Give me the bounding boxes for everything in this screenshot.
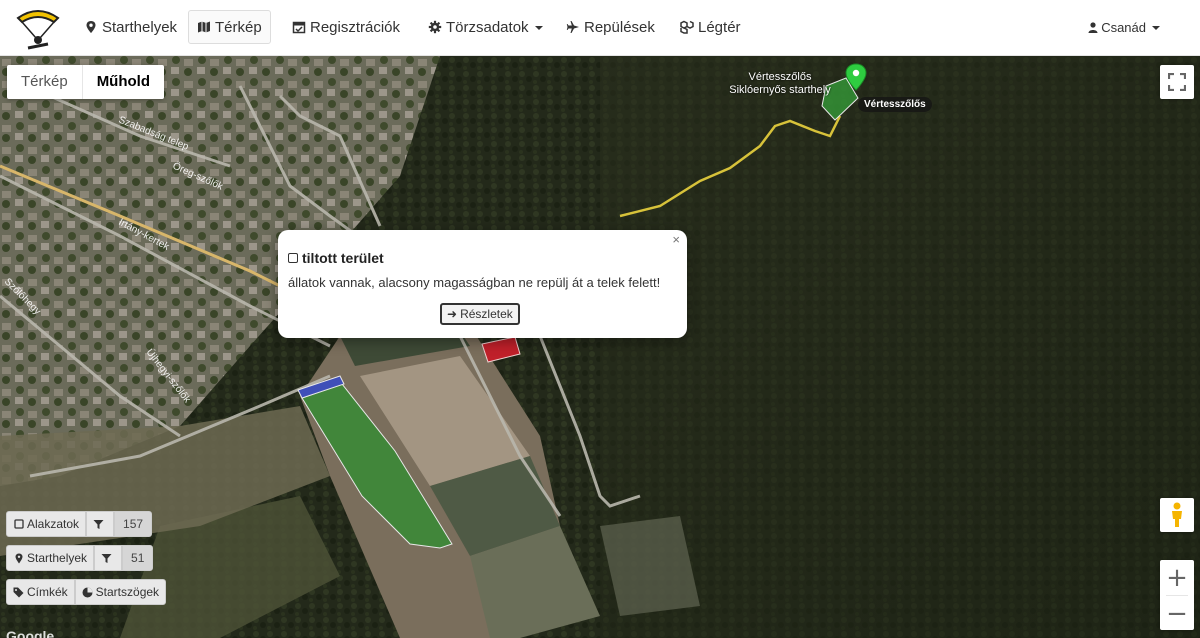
marker-title-line2: Siklóernyős starthely [729, 84, 831, 96]
satellite-imagery: Szabadság telep Öreg-szőlők Irtány-kerte… [0, 56, 1200, 638]
nav-label: Repülések [584, 18, 655, 36]
angles-toggle[interactable]: Startszögek [74, 579, 167, 605]
nav-torzsadatok[interactable]: Törzsadatok [420, 10, 551, 44]
angles-label: Startszögek [95, 585, 160, 599]
nav-regisztraciok[interactable]: Regisztrációk [284, 10, 408, 44]
shapes-count: 157 [114, 511, 153, 537]
user-icon [1088, 21, 1098, 33]
details-button[interactable]: ➜ Részletek [440, 303, 520, 325]
google-attribution: Google [6, 628, 55, 638]
user-name: Csanád [1101, 19, 1146, 35]
nav-label: Törzsadatok [446, 18, 529, 36]
zoom-control: + − [1160, 560, 1194, 630]
chevron-down-icon [534, 26, 543, 30]
cubes-icon [680, 20, 694, 34]
chevron-down-icon [1152, 26, 1160, 30]
nav-starthelyek[interactable]: Starthelyek [76, 10, 185, 44]
nav-label: Légtér [698, 18, 741, 36]
map-type-muhold[interactable]: Műhold [81, 65, 164, 99]
arrow-right-icon: ➜ [447, 307, 458, 321]
details-button-label: Részletek [460, 307, 513, 321]
user-menu[interactable]: Csanád [1088, 10, 1160, 44]
nav-legter[interactable]: Légtér [672, 10, 749, 44]
popup-title-text: tiltott terület [302, 250, 384, 266]
marker-title-line1: Vértesszőlős [748, 71, 812, 83]
starts-filter-button[interactable] [94, 545, 123, 571]
labels-control: Címkék Startszögek [6, 579, 167, 605]
marker-label[interactable]: Vértesszőlős [858, 97, 932, 112]
popup-title: tiltott terület [288, 250, 384, 266]
filter-icon [93, 519, 104, 530]
pie-chart-icon [82, 587, 93, 598]
calendar-check-icon [292, 20, 306, 34]
zoom-out-button[interactable]: − [1160, 596, 1194, 631]
nav-label: Starthelyek [102, 18, 178, 36]
map-marker-icon [84, 20, 98, 34]
fullscreen-button[interactable] [1160, 65, 1194, 99]
shapes-control: Alakzatok 157 [6, 511, 153, 537]
tag-icon [13, 587, 24, 598]
map-marker-icon [13, 553, 24, 564]
popup-description: állatok vannak, alacsony magasságban ne … [288, 275, 661, 290]
street-view-pegman[interactable] [1160, 498, 1194, 532]
labels-label: Címkék [27, 585, 68, 599]
shapes-toggle[interactable]: Alakzatok [6, 511, 87, 537]
square-icon [288, 253, 298, 263]
starts-toggle[interactable]: Starthelyek [6, 545, 95, 571]
nav-label: Regisztrációk [310, 18, 401, 36]
labels-toggle[interactable]: Címkék [6, 579, 75, 605]
starts-count: 51 [122, 545, 154, 571]
shapes-filter-button[interactable] [86, 511, 115, 537]
filter-icon [101, 553, 112, 564]
square-icon [13, 519, 24, 530]
shape-info-popup: × tiltott terület állatok vannak, alacso… [278, 230, 687, 338]
map-type-toggle: Térkép Műhold [7, 65, 165, 99]
nav-repulesek[interactable]: Repülések [558, 10, 663, 44]
plane-icon [566, 20, 580, 34]
popup-close-button[interactable]: × [672, 232, 680, 247]
starts-label: Starthelyek [27, 551, 88, 565]
navbar: Starthelyek Térkép Regisztrációk Törzsad… [0, 0, 1200, 56]
map-icon [197, 20, 211, 34]
zoom-in-button[interactable]: + [1160, 560, 1194, 595]
pegman-icon [1172, 502, 1182, 527]
gear-icon [428, 20, 442, 34]
paraglider-logo-icon[interactable] [14, 4, 62, 52]
shapes-label: Alakzatok [27, 517, 80, 531]
fullscreen-icon [1168, 73, 1186, 91]
nav-label: Térkép [215, 18, 262, 36]
map-view[interactable]: Szabadság telep Öreg-szőlők Irtány-kerte… [0, 56, 1200, 638]
marker-title: Vértesszőlős Siklóernyős starthely [720, 71, 840, 97]
starts-control: Starthelyek 51 [6, 545, 154, 571]
map-type-terkep[interactable]: Térkép [7, 65, 82, 99]
nav-terkep[interactable]: Térkép [188, 10, 271, 44]
